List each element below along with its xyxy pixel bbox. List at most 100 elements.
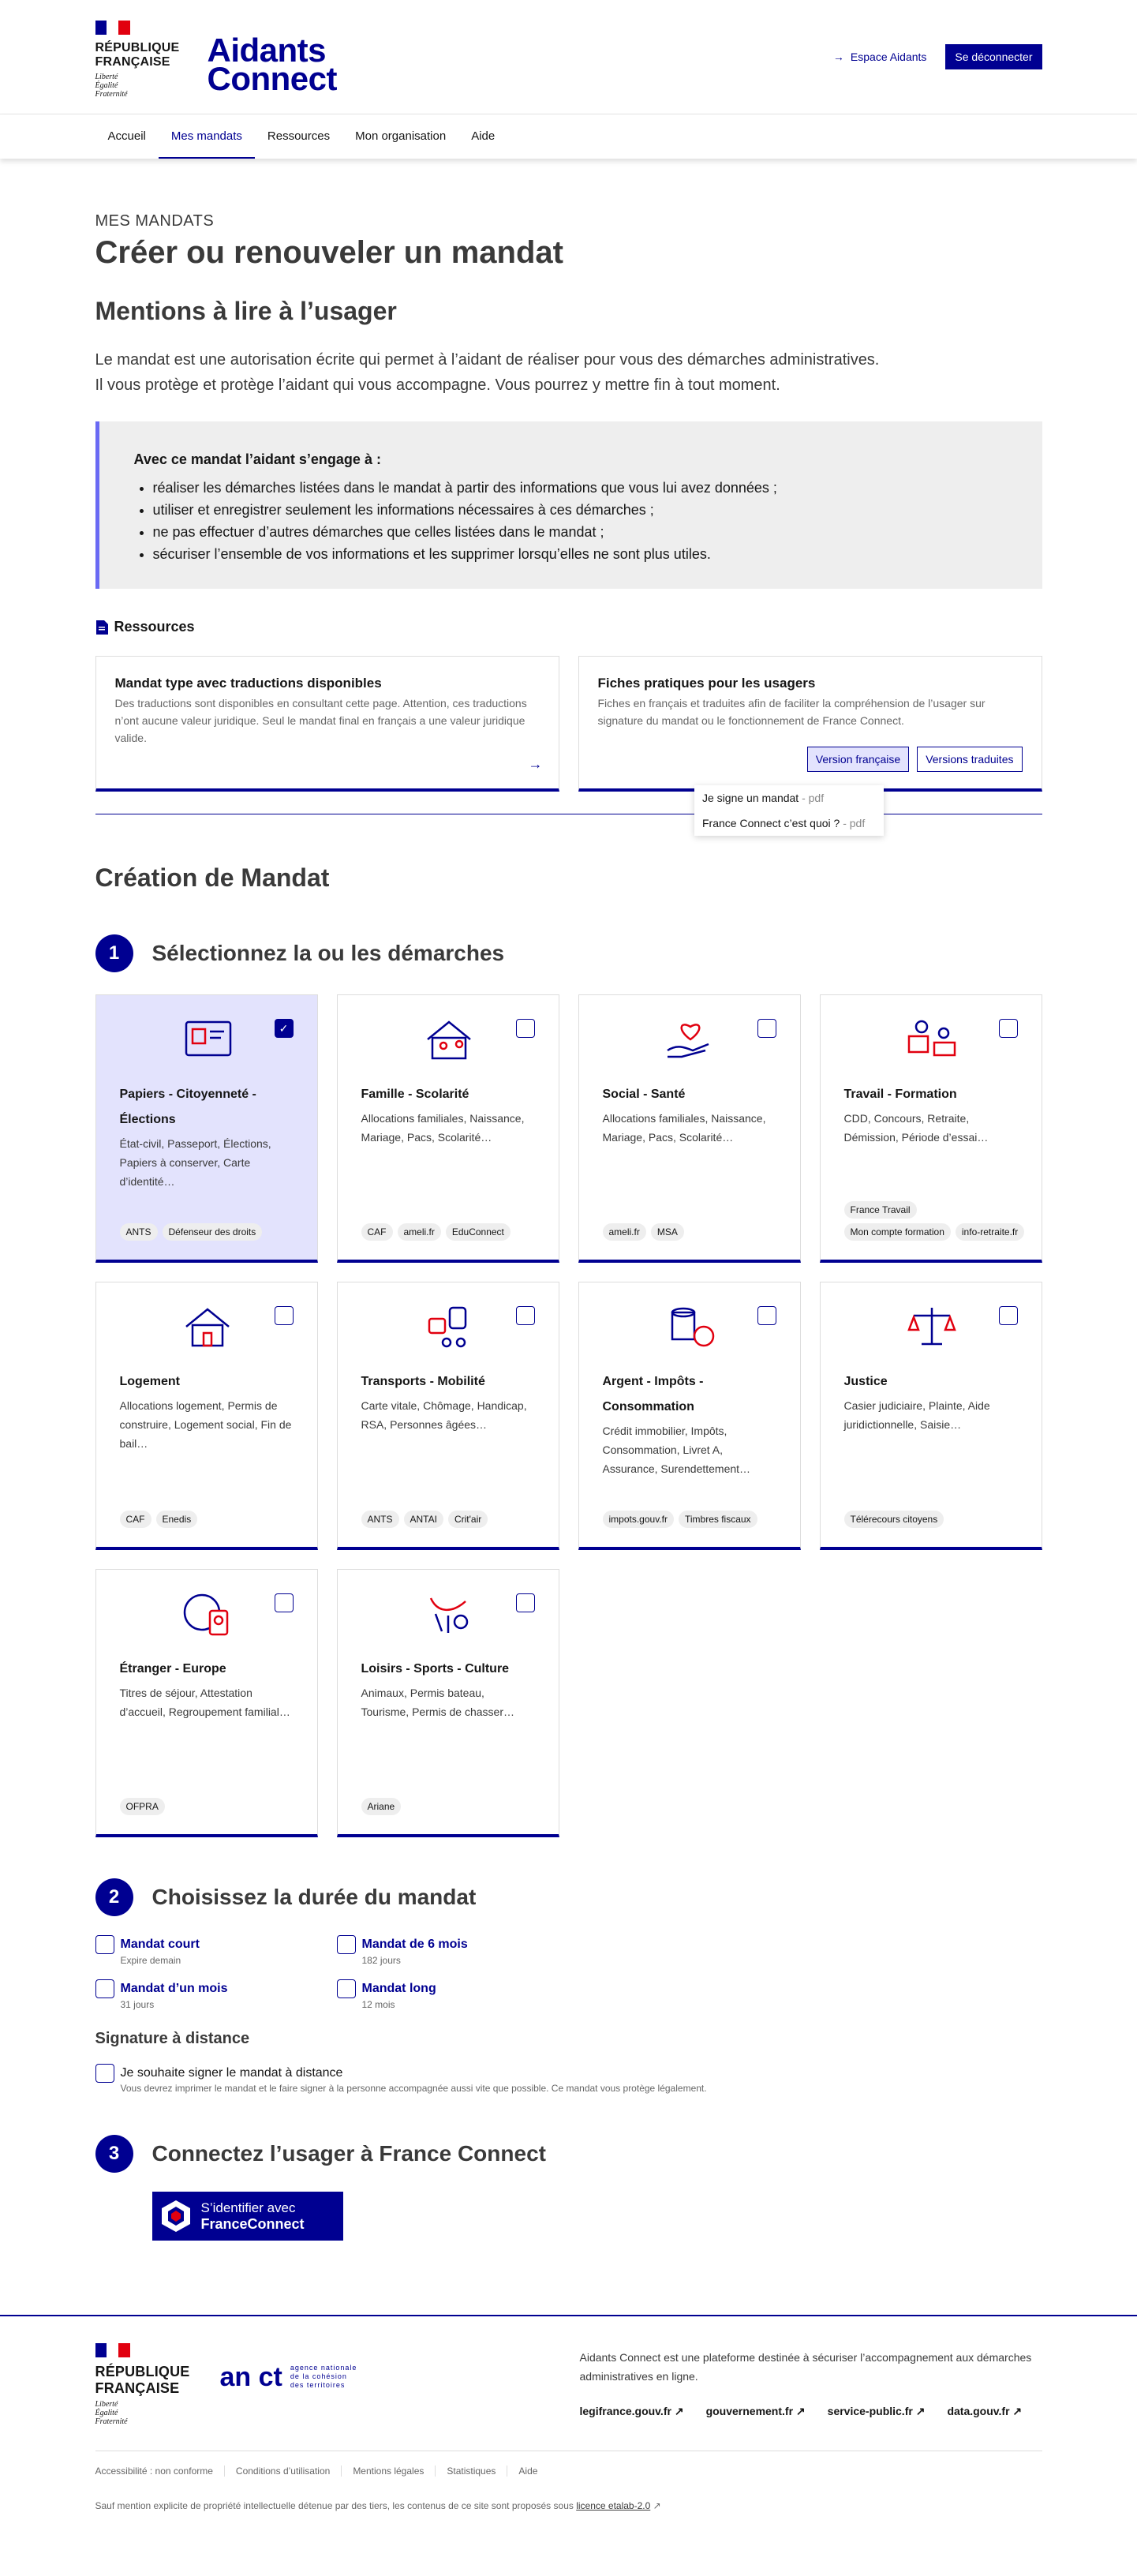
demarche-card[interactable]: Justice Casier judiciaire, Plainte, Aide … xyxy=(819,1282,1042,1550)
footer-link-label: service-public.fr xyxy=(827,2405,913,2417)
demarche-card[interactable]: Famille - Scolarité Allocations familiale… xyxy=(336,994,559,1263)
footer-link-label: data.gouv.fr xyxy=(947,2405,1010,2417)
dropdown-item-je-signe[interactable]: Je signe un mandat - pdf xyxy=(694,785,884,811)
resource-card-desc: Des traductions sont disponibles en cons… xyxy=(114,697,527,744)
demarche-title: Travail - Formation xyxy=(843,1088,957,1101)
nav-mes-mandats[interactable]: Mes mandats xyxy=(158,114,255,159)
nav-ressources[interactable]: Ressources xyxy=(255,114,342,159)
heart-hand-icon xyxy=(666,1024,709,1058)
external-link-icon: ↗ xyxy=(674,2405,684,2417)
franceconnect-button[interactable]: S’identifier avec FranceConnect xyxy=(151,2192,343,2241)
demarche-title: Famille - Scolarité xyxy=(361,1088,469,1101)
checkbox[interactable] xyxy=(998,1019,1018,1038)
demarche-title: Social - Santé xyxy=(602,1088,686,1101)
checkbox[interactable] xyxy=(336,1935,356,1954)
callout-item: ne pas effectuer d’autres démarches que … xyxy=(153,521,1008,543)
arrow-right-icon[interactable]: → xyxy=(529,756,543,773)
footer-link-data-gouv[interactable]: data.gouv.fr ↗ xyxy=(947,2405,1022,2418)
duration-court[interactable]: Mandat court Expire demain xyxy=(95,1935,337,1967)
demarche-title: Logement xyxy=(119,1375,180,1388)
fc-line-1: S’identifier avec xyxy=(200,2200,296,2215)
callout-title: Avec ce mandat l’aidant s’engage à : xyxy=(133,451,381,467)
demarche-desc: État-civil, Passeport, Élections, Papier… xyxy=(119,1137,271,1188)
motto-fraternite: Fraternité xyxy=(95,90,128,99)
footer-link-label: legifrance.gouv.fr xyxy=(579,2405,671,2417)
checkbox[interactable] xyxy=(336,1979,356,1998)
checkbox[interactable] xyxy=(515,1019,535,1038)
demarche-title: Argent - Impôts - Consommation xyxy=(602,1375,704,1413)
demarche-card[interactable]: Logement Allocations logement, Permis de … xyxy=(95,1282,318,1550)
license-link[interactable]: licence etalab-2.0 xyxy=(576,2500,650,2511)
checkbox[interactable] xyxy=(998,1306,1018,1325)
checkbox[interactable] xyxy=(274,1306,294,1325)
demarche-card[interactable]: Argent - Impôts - Consommation Crédit imm… xyxy=(578,1282,801,1550)
demarche-desc: Allocations familiales, Naissance, Maria… xyxy=(361,1112,525,1144)
footer-bottom-link[interactable]: Accessibilité : non conforme xyxy=(95,2466,224,2477)
footer-link-service-public[interactable]: service-public.fr ↗ xyxy=(828,2405,926,2418)
demarche-card[interactable]: Loisirs - Sports - Culture Animaux, Permi… xyxy=(336,1569,559,1837)
checkbox[interactable] xyxy=(95,2064,114,2083)
versions-traduites-button[interactable]: Versions traduites xyxy=(917,747,1023,772)
anct-text-line: de la cohésion xyxy=(290,2372,347,2380)
demarche-tag: Télérecours citoyens xyxy=(843,1511,944,1528)
license-notice: Sauf mention explicite de propriété inte… xyxy=(95,2500,1042,2521)
main-content: MES MANDATS Créer ou renouveler un manda… xyxy=(0,159,1137,2241)
checkbox[interactable] xyxy=(515,1306,535,1325)
espace-aidants-link[interactable]: → Espace Aidants xyxy=(833,51,927,63)
anct-logo[interactable]: an ct agence nationale de la cohésion de… xyxy=(220,2364,357,2391)
checkbox[interactable] xyxy=(95,1935,114,1954)
checkbox[interactable] xyxy=(515,1593,535,1612)
house-icon xyxy=(185,1308,230,1347)
footer-rf-logo[interactable]: RÉPUBLIQUE FRANÇAISE Liberté Égalité Frat… xyxy=(95,2343,190,2426)
external-link-icon: ↗ xyxy=(653,2500,661,2511)
creation-title: Création de Mandat xyxy=(95,863,330,892)
checked-checkbox[interactable]: ✓ xyxy=(274,1019,294,1038)
demarche-tag: Crit'air xyxy=(447,1511,488,1528)
aidants-connect-logo[interactable]: Aidants Connect xyxy=(207,34,338,97)
republique-francaise-logo[interactable]: RÉPUBLIQUE FRANÇAISE Liberté Égalité Frat… xyxy=(95,21,180,99)
demarche-tag: ameli.fr xyxy=(602,1223,646,1241)
license-text: Sauf mention explicite de propriété inte… xyxy=(95,2500,574,2511)
duration-six-mois[interactable]: Mandat de 6 mois 182 jours xyxy=(336,1935,578,1967)
resources-heading: Ressources xyxy=(95,619,1042,635)
footer-bottom-link[interactable]: Statistiques xyxy=(435,2466,507,2477)
footer-bottom-link[interactable]: Conditions d’utilisation xyxy=(223,2466,341,2477)
signature-label: Je souhaite signer le mandat à distance xyxy=(120,2066,343,2080)
resource-card-fiches: Fiches pratiques pour les usagers Fiches… xyxy=(578,656,1042,792)
demarche-desc: Allocations familiales, Naissance, Maria… xyxy=(602,1112,766,1144)
footer-bottom-link[interactable]: Mentions légales xyxy=(341,2466,435,2477)
demarche-card[interactable]: Social - Santé Allocations familiales, Na… xyxy=(578,994,801,1263)
globe-passport-icon xyxy=(183,1593,228,1636)
nav-mon-organisation[interactable]: Mon organisation xyxy=(342,114,458,159)
checkbox[interactable] xyxy=(757,1306,776,1325)
checkbox[interactable] xyxy=(95,1979,114,1998)
demarche-card[interactable]: ✓ Papiers - Citoyenneté - Élections État-c… xyxy=(95,994,318,1263)
nav-accueil[interactable]: Accueil xyxy=(95,114,159,159)
signature-distance-option[interactable]: Je souhaite signer le mandat à distance V… xyxy=(95,2064,1042,2094)
nav-aide[interactable]: Aide xyxy=(458,114,507,159)
demarche-card[interactable]: Travail - Formation CDD, Concours, Retrai… xyxy=(819,994,1042,1263)
footer-link-gouvernement[interactable]: gouvernement.fr ↗ xyxy=(706,2405,806,2418)
duration-long[interactable]: Mandat long 12 mois xyxy=(336,1979,578,2011)
version-francaise-button[interactable]: Version française xyxy=(806,747,910,772)
checkbox[interactable] xyxy=(274,1593,294,1612)
logout-button[interactable]: Se déconnecter xyxy=(945,44,1042,69)
demarche-tag: info-retraite.fr xyxy=(955,1223,1025,1241)
footer-bottom-link[interactable]: Aide xyxy=(507,2466,548,2477)
duration-un-mois[interactable]: Mandat d’un mois 31 jours xyxy=(95,1979,337,2011)
demarche-card[interactable]: Étranger - Europe Titres de séjour, Attes… xyxy=(95,1569,318,1837)
option-label: Mandat d’un mois xyxy=(120,1982,228,1995)
document-icon xyxy=(95,620,108,635)
option-hint: 182 jours xyxy=(361,1955,401,1966)
demarche-tag: Enedis xyxy=(155,1511,198,1528)
resource-card-mandat-type[interactable]: Mandat type avec traductions disponibles… xyxy=(95,656,559,792)
brand-line-2: Connect xyxy=(207,60,338,97)
rf-name-1: RÉPUBLIQUE xyxy=(95,41,180,54)
checkbox[interactable] xyxy=(757,1019,776,1038)
dropdown-item-france-connect[interactable]: France Connect c’est quoi ? - pdf xyxy=(694,811,884,836)
footer-link-legifrance[interactable]: legifrance.gouv.fr ↗ xyxy=(580,2405,684,2418)
fc-line-2: FranceConnect xyxy=(200,2216,305,2232)
demarche-tag: ameli.fr xyxy=(397,1223,441,1241)
demarche-card[interactable]: Transports - Mobilité Carte vitale, Chôma… xyxy=(336,1282,559,1550)
demarche-tag: Ariane xyxy=(361,1798,402,1815)
